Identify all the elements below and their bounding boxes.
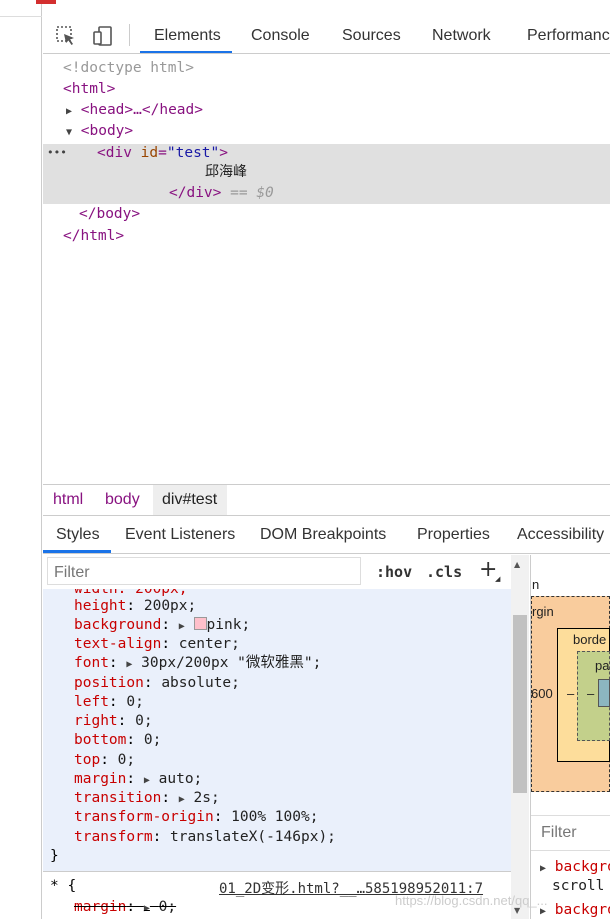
active-subtab-indicator [43, 550, 111, 553]
body-close-node[interactable]: </body> [79, 204, 140, 224]
computed-prop-1[interactable]: ▶ backgro [540, 859, 610, 875]
style-prop-left[interactable]: left: 0; [74, 693, 144, 712]
style-prop-text-align[interactable]: text-align: center; [74, 635, 240, 654]
more-options-icon[interactable]: ••• [47, 143, 67, 163]
style-prop-font[interactable]: font: ▶ 30px/200px "微软雅黑"; [74, 654, 321, 673]
device-toolbar-icon[interactable] [91, 24, 115, 52]
tab-network[interactable]: Network [432, 27, 491, 45]
div-text-node[interactable]: 邱海峰 [205, 162, 247, 182]
color-swatch[interactable] [193, 617, 207, 630]
head-node[interactable]: ▶ <head>…</head> [66, 100, 203, 120]
style-prop-margin[interactable]: margin: ▶ auto; [74, 770, 202, 789]
expand-triangle-icon[interactable]: ▶ [179, 621, 185, 632]
top-divider [0, 16, 42, 17]
box-model-border-label: borde [573, 632, 607, 647]
scroll-up-icon[interactable]: ▲ [514, 560, 520, 569]
rule-close-brace: } [50, 848, 59, 864]
selected-marker: == $0 [230, 185, 274, 201]
box-model-content[interactable] [598, 679, 610, 707]
box-model-border-left-value[interactable]: – [567, 686, 574, 701]
watermark: https://blog.csdn.net/qq_... [395, 893, 548, 908]
expand-triangle-icon[interactable]: ▶ [66, 106, 72, 117]
sidebar-tabs: Styles Event Listeners DOM Breakpoints P… [43, 517, 610, 554]
computed-filter-placeholder: Filter [541, 824, 577, 841]
body-node[interactable]: ▼ <body> [66, 121, 133, 141]
style-prop-right[interactable]: right: 0; [74, 712, 153, 731]
tab-sources[interactable]: Sources [342, 27, 401, 45]
breadcrumb-body[interactable]: body [105, 491, 140, 509]
devtools-toolbar: Elements Console Sources Network Perform… [43, 17, 610, 54]
inspect-element-icon[interactable] [55, 25, 77, 51]
body-open-tag: <body> [80, 123, 134, 139]
style-prop-transform-origin[interactable]: transform-origin: 100% 100%; [74, 808, 318, 827]
scrollbar-thumb[interactable] [513, 615, 527, 793]
collapse-triangle-icon[interactable]: ▼ [66, 127, 72, 138]
expand-triangle-icon[interactable]: ▶ [144, 775, 150, 786]
style-prop-transform[interactable]: transform: translateX(-146px); [74, 828, 336, 847]
tab-event-listeners[interactable]: Event Listeners [125, 526, 235, 544]
expand-triangle-icon[interactable]: ▶ [179, 794, 185, 805]
div-attr-name: id [140, 145, 159, 161]
style-prop-bottom[interactable]: bottom: 0; [74, 731, 161, 750]
plus-corner-icon: ◢ [495, 575, 501, 583]
div-close-node[interactable]: </div> == $0 [169, 183, 274, 203]
doctype-node[interactable]: <!doctype html> [63, 58, 194, 78]
styles-filter-row: Filter :hov .cls + ◢ [43, 555, 511, 589]
expand-triangle-icon[interactable]: ▶ [126, 659, 132, 670]
tab-properties[interactable]: Properties [417, 526, 490, 544]
style-prop-position[interactable]: position: absolute; [74, 674, 240, 693]
style-prop-top[interactable]: top: 0; [74, 751, 135, 770]
style-prop-height[interactable]: height: 200px; [74, 597, 196, 616]
box-model-margin-label: rgin [532, 604, 554, 619]
style-prop-background[interactable]: background: ▶ pink; [74, 616, 250, 635]
hov-toggle[interactable]: :hov [376, 563, 412, 581]
active-tab-indicator [140, 51, 232, 53]
tab-styles[interactable]: Styles [56, 526, 100, 544]
breadcrumb-div-test[interactable]: div#test [162, 491, 217, 509]
tab-performance[interactable]: Performanc [527, 27, 610, 45]
dom-tree: <!doctype html> <html> ▶ <head>…</head> … [43, 54, 610, 484]
tab-accessibility[interactable]: Accessibility [517, 526, 604, 544]
head-tag: <head>…</head> [80, 102, 203, 118]
box-model-padding-left-value[interactable]: – [587, 686, 594, 701]
div-tag: div [105, 145, 132, 161]
style-prop-transition[interactable]: transition: ▶ 2s; [74, 789, 220, 808]
tab-console[interactable]: Console [251, 27, 310, 45]
div-close-tag: </div> [169, 185, 222, 201]
tab-elements[interactable]: Elements [154, 27, 221, 45]
tab-dom-breakpoints[interactable]: DOM Breakpoints [260, 526, 386, 544]
overridden-prop-margin[interactable]: margin: ▶ 0; [74, 899, 176, 915]
rule-selector[interactable]: * { [50, 878, 76, 894]
div-node[interactable]: <div id="test"> [97, 143, 228, 163]
computed-prop-2[interactable]: ▶ backgro [540, 902, 610, 918]
html-close-node[interactable]: </html> [63, 226, 124, 246]
cls-toggle[interactable]: .cls [426, 563, 462, 581]
computed-prop-1-value: scroll [552, 878, 605, 894]
html-node[interactable]: <html> [63, 79, 115, 99]
red-indicator [36, 0, 56, 4]
box-model-padding-label: pa [595, 658, 610, 673]
breadcrumb: html body div#test [43, 484, 610, 516]
left-page-strip [0, 0, 42, 919]
styles-filter-input[interactable]: Filter [47, 557, 361, 585]
toolbar-separator [129, 24, 130, 46]
div-attr-value: "test" [166, 145, 220, 161]
box-model-position-label: n [532, 577, 540, 592]
breadcrumb-html[interactable]: html [53, 491, 83, 509]
computed-filter-input[interactable]: Filter [531, 815, 610, 851]
styles-pane: width: 200px; height: 200px; background:… [43, 589, 511, 871]
box-model-left-value[interactable]: 600 [531, 686, 553, 701]
